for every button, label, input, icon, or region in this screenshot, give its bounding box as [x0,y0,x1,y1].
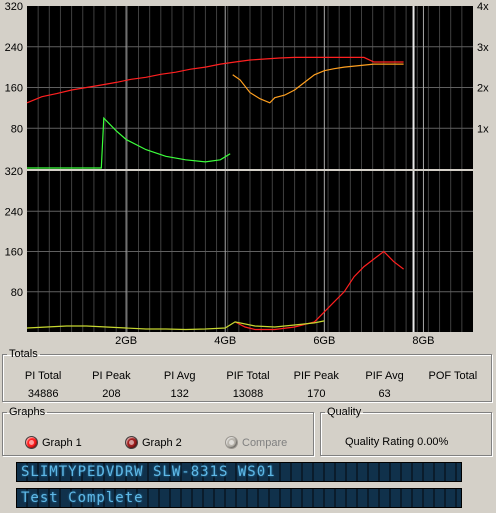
drive-lcd: SLIMTYPEDVDRW SLW-831S WS01 [16,462,462,482]
quality-group: Quality Quality Rating 0.00% [320,406,492,456]
graphs-legend: Graphs [9,406,46,418]
graph-panel: 320 240 160 80 4x 3x 2x 1x 320 240 160 80 2GB 4GB 6GB 8… [0,0,496,344]
top-speed-tick-label: 4x [477,1,489,13]
pif-peak-label: PIF Peak [293,370,339,382]
bottom-y-tick-label: 80 [11,287,23,299]
status-text: Test Complete [21,490,144,506]
bottom-y-tick-label: 240 [5,206,23,218]
bottom-y-tick-label: 320 [5,166,23,178]
graph1-radio-dot[interactable] [25,436,38,449]
compare-label: Compare [242,436,288,449]
quality-rating: Quality Rating 0.00% [345,436,449,448]
status-lcd: Test Complete [16,488,462,508]
top-speed-tick-label: 1x [477,123,489,135]
bottom-y-tick-label: 160 [5,247,23,259]
graph2-radio[interactable]: Graph 2 [125,436,182,449]
top-y-tick-label: 80 [11,123,23,135]
graph2-radio-dot[interactable] [125,436,138,449]
graphs-canvas: 320 240 160 80 4x 3x 2x 1x 320 240 160 80 2GB 4GB 6GB 8… [5,1,489,344]
pi-peak-value: 208 [102,388,121,400]
pi-total-label: PI Total [24,370,62,382]
pif-peak-value: 170 [307,388,326,400]
top-y-tick-label: 320 [5,1,23,13]
x-tick-label: 2GB [115,335,137,344]
compare-radio-dot[interactable] [225,436,238,449]
top-speed-tick-label: 3x [477,42,489,54]
x-tick-label: 8GB [412,335,434,344]
totals-legend: Totals [9,348,38,360]
totals-table: PI Total PI Peak PI Avg PIF Total PIF Pe… [9,370,487,400]
graphs-group: Graphs Graph 1 Graph 2 Compare [2,406,314,456]
top-y-tick-label: 160 [5,83,23,95]
pof-total-value [419,388,487,400]
quality-legend: Quality [327,406,362,418]
pi-total-value: 34886 [27,388,59,400]
pif-total-value: 13088 [232,388,264,400]
compare-radio[interactable]: Compare [225,436,287,449]
totals-group: Totals PI Total PI Peak PI Avg PIF Total… [2,348,492,402]
pi-avg-label: PI Avg [163,370,196,382]
x-tick-label: 4GB [214,335,236,344]
graph2-label: Graph 2 [142,436,182,449]
pi-avg-value: 132 [170,388,189,400]
graph1-label: Graph 1 [42,436,82,449]
pif-avg-value: 63 [378,388,391,400]
x-tick-label: 6GB [313,335,335,344]
pif-total-label: PIF Total [226,370,270,382]
pi-peak-label: PI Peak [92,370,131,382]
pof-total-label: POF Total [428,370,478,382]
top-speed-tick-label: 2x [477,83,489,95]
top-y-tick-label: 240 [5,42,23,54]
pif-avg-label: PIF Avg [365,370,404,382]
graph1-radio[interactable]: Graph 1 [25,436,82,449]
drive-name: SLIMTYPEDVDRW SLW-831S WS01 [21,464,276,480]
